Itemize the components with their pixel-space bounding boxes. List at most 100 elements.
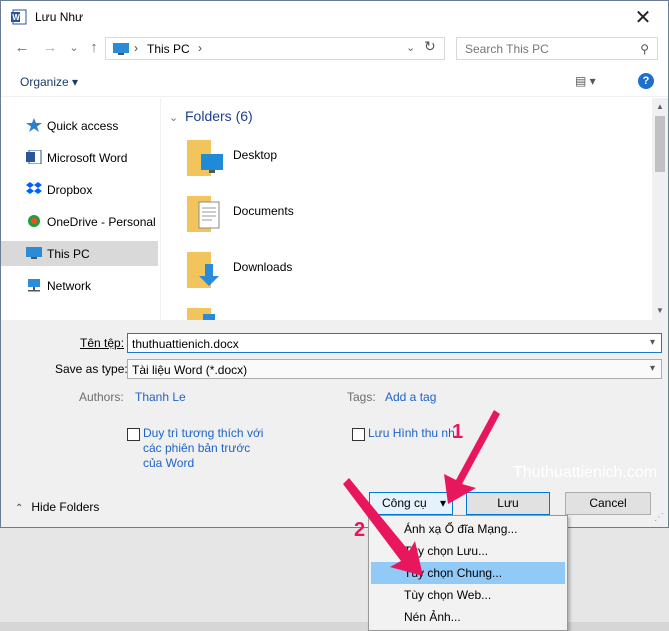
authors-value[interactable]: Thanh Le bbox=[135, 390, 186, 404]
sidebar-item-label: Quick access bbox=[47, 119, 119, 133]
pc-icon bbox=[113, 43, 129, 55]
save-as-dialog: W Lưu Như ✕ ← → ⌄ ↑ › This PC › ⌄ ↻ Sear… bbox=[0, 0, 669, 528]
watermark-text: Thuthuattienich.com bbox=[513, 464, 658, 481]
thumbnail-checkbox[interactable] bbox=[352, 428, 365, 441]
folder-name: Downloads bbox=[233, 260, 293, 274]
cancel-button[interactable]: Cancel bbox=[565, 492, 651, 515]
chevron-down-icon[interactable]: ⌄ bbox=[169, 111, 179, 124]
view-options-icon[interactable]: ▤ ▾ bbox=[575, 74, 609, 90]
hide-folders-label: Hide Folders bbox=[31, 500, 100, 514]
filename-field[interactable]: thuthuattienich.docx ▾ bbox=[127, 333, 662, 353]
section-title: Folders (6) bbox=[185, 108, 253, 124]
savetype-label: Save as type: bbox=[55, 362, 128, 376]
resize-grip-icon[interactable]: ⋰ bbox=[654, 512, 664, 523]
tools-button[interactable]: Công cụ ▾ bbox=[369, 492, 453, 515]
sidebar-item-label: Dropbox bbox=[47, 183, 93, 197]
back-arrow-icon[interactable]: ← bbox=[13, 39, 31, 57]
folder-icon bbox=[187, 308, 215, 320]
pc-icon bbox=[26, 247, 42, 259]
sidebar-item-network[interactable]: Network bbox=[1, 273, 158, 298]
sidebar-item-microsoft-word[interactable]: Microsoft Word bbox=[1, 145, 158, 170]
documents-folder-icon bbox=[187, 196, 220, 232]
step-number-2: 2 bbox=[354, 519, 366, 541]
breadcrumb-separator-icon[interactable]: › bbox=[198, 41, 202, 55]
compat-label-line3[interactable]: của Word bbox=[143, 456, 194, 470]
sidebar-item-quick-access[interactable]: Quick access bbox=[1, 113, 158, 138]
navigation-bar: ← → ⌄ ↑ › This PC › ⌄ ↻ Search This PC ⚲ bbox=[1, 35, 668, 63]
sidebar-item-onedrive[interactable]: OneDrive - Personal bbox=[1, 209, 158, 234]
save-button[interactable]: Lưu bbox=[466, 492, 550, 515]
thumbnail-label[interactable]: Lưu Hình thu nh bbox=[368, 426, 455, 440]
tools-label: Công cụ bbox=[382, 496, 427, 510]
star-icon bbox=[26, 118, 42, 132]
svg-text:W: W bbox=[12, 13, 20, 22]
chevron-down-icon[interactable]: ▾ bbox=[650, 363, 655, 374]
menu-item-map-network-drive[interactable]: Ánh xạ Ổ đĩa Mạng... bbox=[371, 518, 565, 540]
compat-label-line2[interactable]: các phiên bản trước bbox=[143, 441, 250, 455]
navigation-pane: Quick access Microsoft Word Dropbox OneD… bbox=[1, 98, 161, 320]
recent-locations-icon[interactable]: ⌄ bbox=[65, 39, 83, 57]
filename-value: thuthuattienich.docx bbox=[132, 337, 239, 351]
downloads-folder-icon bbox=[187, 252, 219, 288]
background-strip bbox=[0, 622, 669, 631]
scroll-up-icon[interactable]: ▲ bbox=[655, 102, 665, 111]
desktop-folder-icon bbox=[187, 140, 223, 176]
vertical-scrollbar[interactable]: ▲ ▼ bbox=[652, 98, 668, 320]
step-number-1: 1 bbox=[452, 421, 464, 443]
window-title: Lưu Như bbox=[35, 10, 84, 24]
save-options-panel: Tên tệp: thuthuattienich.docx ▾ Save as … bbox=[1, 320, 668, 527]
file-list: ⌄ Folders (6) Desktop Documents Download… bbox=[161, 98, 652, 320]
savetype-value: Tài liệu Word (*.docx) bbox=[132, 363, 248, 377]
dropbox-icon bbox=[26, 182, 42, 194]
command-bar: Organize ▾ ▤ ▾ ? bbox=[1, 67, 668, 97]
hide-folders-toggle[interactable]: ⌃ Hide Folders bbox=[15, 500, 99, 514]
help-icon[interactable]: ? bbox=[638, 73, 654, 89]
folder-partial[interactable] bbox=[187, 304, 327, 320]
sidebar-item-label: This PC bbox=[47, 247, 90, 261]
background-area bbox=[0, 528, 669, 631]
compat-label-line1[interactable]: Duy trì tương thích với bbox=[143, 426, 263, 440]
scrollbar-thumb[interactable] bbox=[655, 116, 665, 172]
sidebar-item-label: OneDrive - Personal bbox=[47, 215, 156, 229]
chevron-down-icon: ▾ bbox=[439, 496, 446, 510]
sidebar-item-label: Network bbox=[47, 279, 92, 293]
sidebar-item-dropbox[interactable]: Dropbox bbox=[1, 177, 158, 202]
folder-desktop[interactable]: Desktop bbox=[187, 136, 327, 184]
close-icon[interactable]: ✕ bbox=[632, 5, 654, 30]
chevron-down-icon[interactable]: ▾ bbox=[650, 337, 655, 348]
menu-item-save-options[interactable]: Tùy chọn Lưu... bbox=[371, 540, 565, 562]
menu-item-web-options[interactable]: Tùy chọn Web... bbox=[371, 584, 565, 606]
scroll-down-icon[interactable]: ▼ bbox=[655, 306, 665, 315]
folder-documents[interactable]: Documents bbox=[187, 192, 327, 240]
folder-downloads[interactable]: Downloads bbox=[187, 248, 327, 296]
breadcrumb-separator-icon[interactable]: › bbox=[134, 41, 138, 55]
menu-item-general-options[interactable]: Tùy chọn Chung... bbox=[371, 562, 565, 584]
search-box[interactable]: Search This PC ⚲ bbox=[456, 37, 658, 60]
menu-item-compress-pictures[interactable]: Nén Ảnh... bbox=[371, 606, 565, 628]
address-dropdown-icon[interactable]: ⌄ bbox=[406, 41, 415, 54]
sidebar-item-label: Microsoft Word bbox=[47, 151, 128, 165]
folders-section-header[interactable]: ⌄ Folders (6) bbox=[169, 108, 253, 124]
savetype-select[interactable]: Tài liệu Word (*.docx) ▾ bbox=[127, 359, 662, 379]
filename-label: Tên tệp: bbox=[80, 336, 125, 350]
add-tag-link[interactable]: Add a tag bbox=[385, 390, 436, 404]
word-icon: W bbox=[11, 9, 27, 25]
tags-label: Tags: bbox=[347, 390, 376, 404]
forward-arrow-icon[interactable]: → bbox=[41, 39, 59, 57]
compat-checkbox[interactable] bbox=[127, 428, 140, 441]
sidebar-item-this-pc[interactable]: This PC bbox=[1, 241, 158, 266]
breadcrumb-this-pc[interactable]: This PC bbox=[147, 42, 190, 56]
authors-label: Authors: bbox=[79, 390, 124, 404]
folder-name: Desktop bbox=[233, 148, 278, 162]
search-icon[interactable]: ⚲ bbox=[640, 42, 649, 56]
address-bar[interactable]: › This PC › ⌄ bbox=[105, 37, 445, 60]
word-icon bbox=[26, 150, 42, 164]
organize-button[interactable]: Organize ▾ bbox=[20, 75, 78, 89]
folder-name: Documents bbox=[233, 204, 294, 218]
refresh-icon[interactable]: ↻ bbox=[424, 38, 436, 55]
chevron-up-icon: ⌃ bbox=[15, 503, 24, 514]
up-arrow-icon[interactable]: ↑ bbox=[85, 39, 103, 57]
title-bar: W Lưu Như ✕ bbox=[1, 1, 668, 33]
tools-dropdown-menu: Ánh xạ Ổ đĩa Mạng... Tùy chọn Lưu... Tùy… bbox=[368, 515, 568, 631]
search-input[interactable]: Search This PC bbox=[465, 42, 549, 56]
